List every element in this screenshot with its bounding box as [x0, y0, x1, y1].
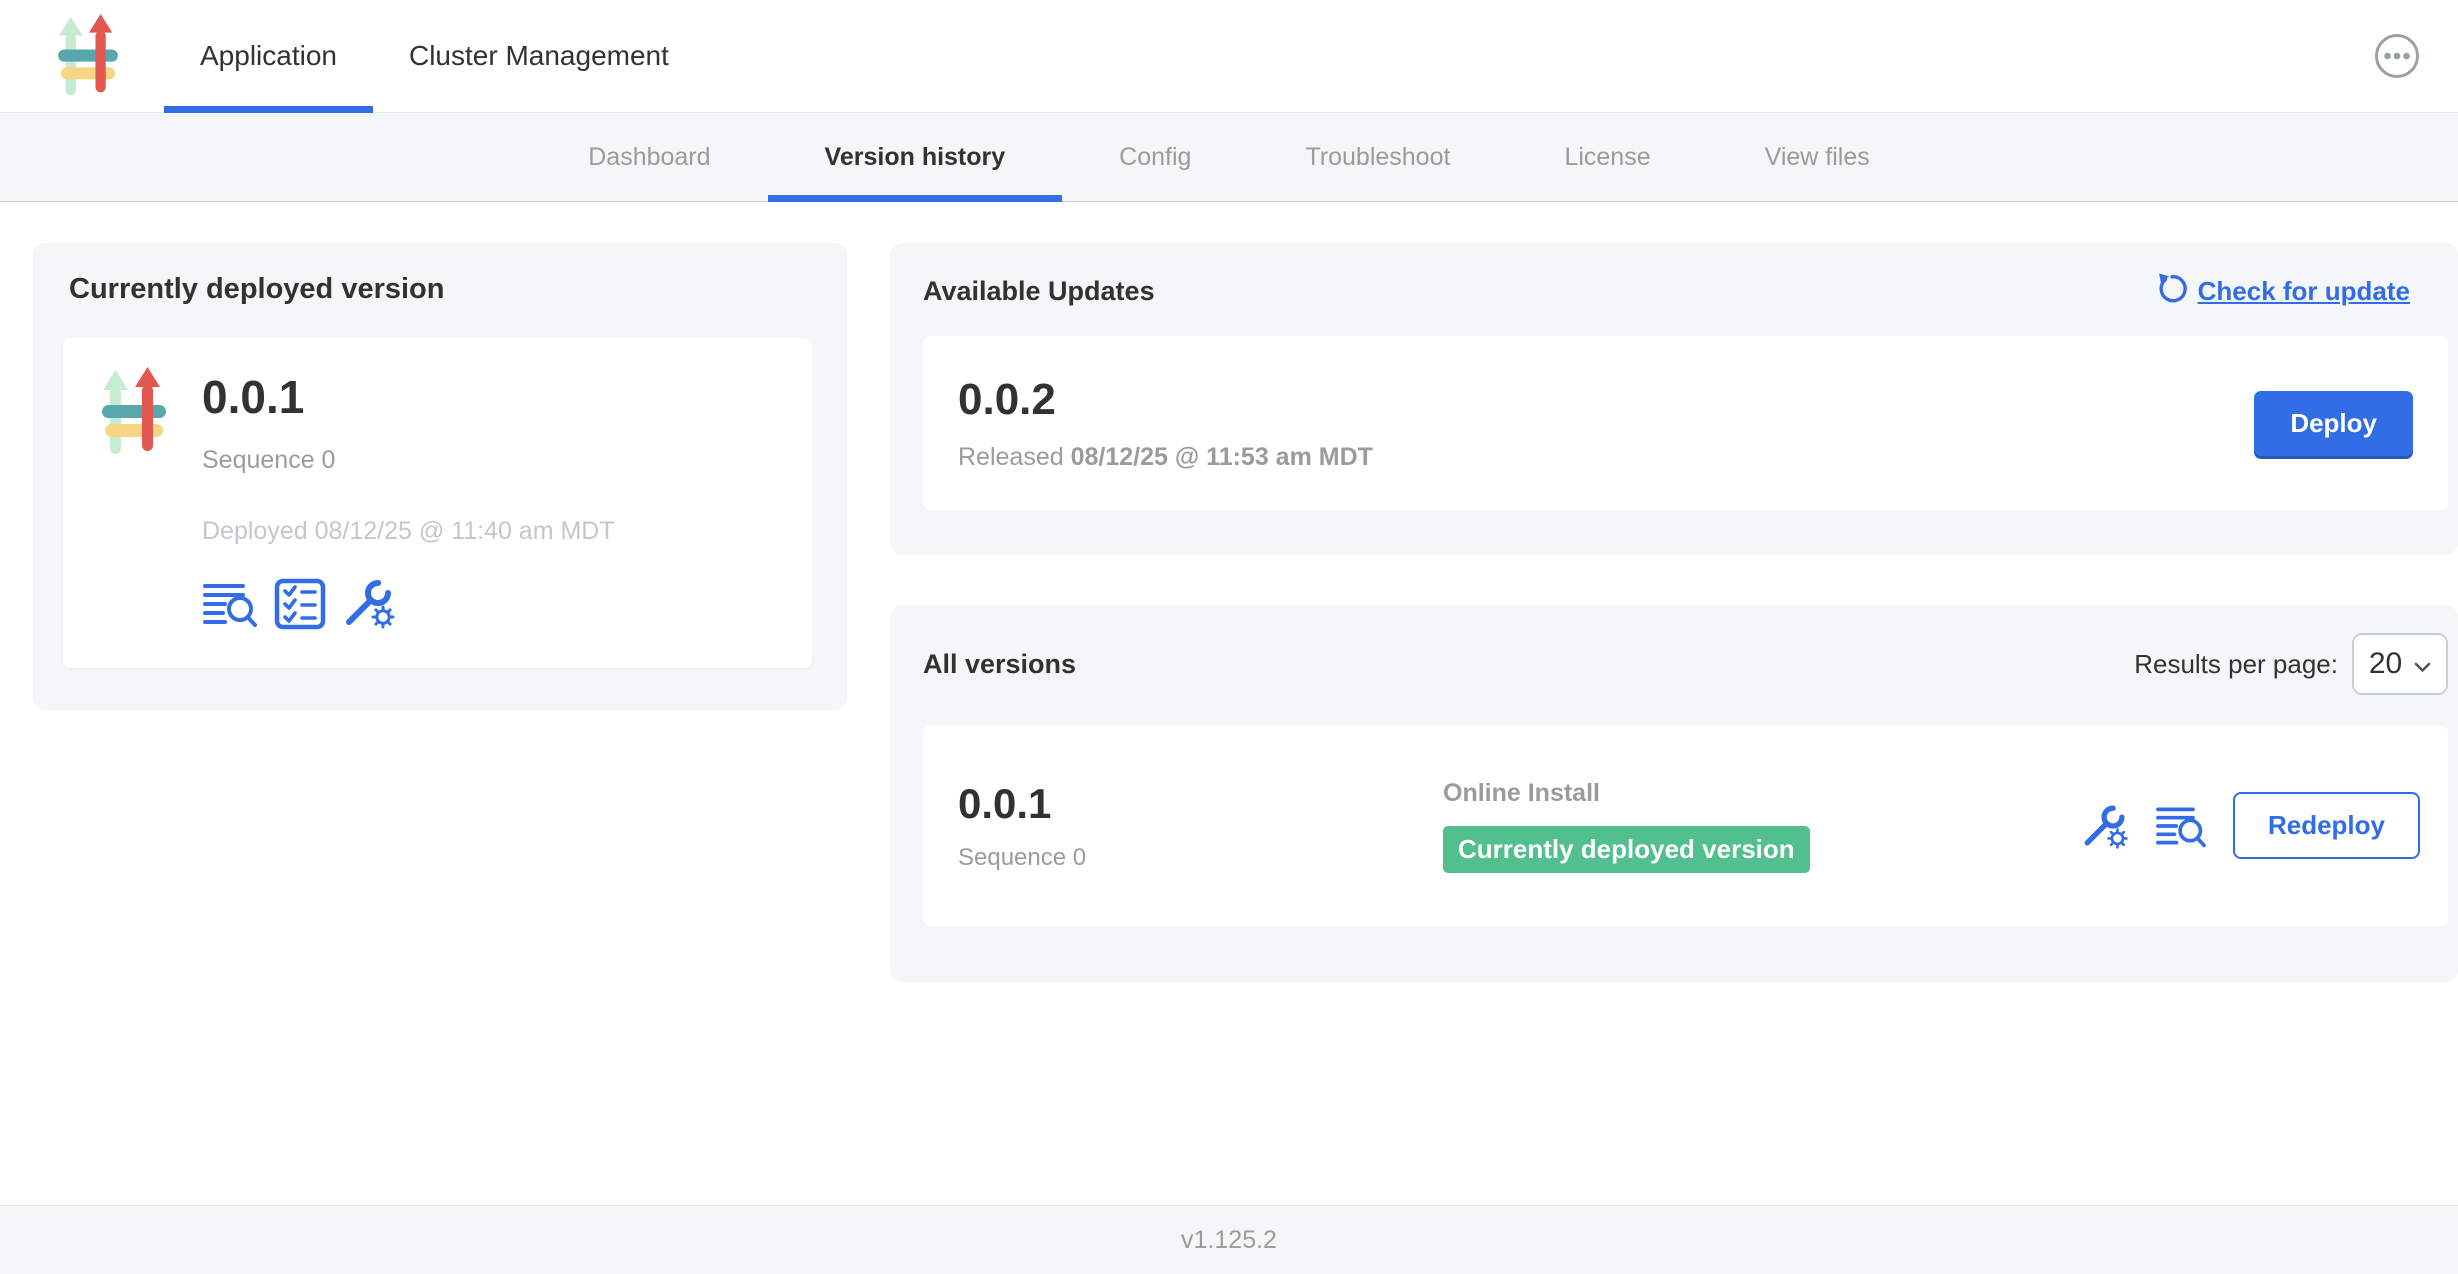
tab-application[interactable]: Application — [164, 0, 373, 112]
subnav-config[interactable]: Config — [1062, 113, 1248, 201]
all-versions-card: All versions Results per page: 20 — [890, 605, 2458, 982]
released-date: 08/12/25 @ 11:53 am MDT — [1071, 443, 1373, 471]
ellipsis-icon[interactable] — [2374, 33, 2420, 79]
subnav-view-files-label: View files — [1765, 143, 1870, 172]
subnav-config-label: Config — [1119, 143, 1191, 172]
update-info: 0.0.2 Released 08/12/25 @ 11:53 am MDT — [958, 375, 1373, 472]
install-type-label: Online Install — [1443, 779, 1810, 808]
logs-icon[interactable] — [2155, 802, 2207, 850]
version-row-status: Online Install Currently deployed versio… — [1443, 779, 1810, 873]
subnav-license-label: License — [1564, 143, 1650, 172]
main-content: Currently deployed version 0.0.1 Sequenc… — [0, 202, 2458, 1205]
released-prefix: Released — [958, 443, 1064, 471]
available-updates-title: Available Updates — [923, 276, 1155, 307]
available-updates-card: Available Updates Check for update 0.0.2 — [890, 243, 2458, 555]
console-version: v1.125.2 — [1181, 1226, 1277, 1255]
chevron-down-icon — [2414, 647, 2431, 681]
version-row-info: 0.0.1 Sequence 0 — [958, 780, 1443, 872]
results-per-page-select[interactable]: 20 — [2352, 633, 2448, 695]
redeploy-button[interactable]: Redeploy — [2233, 792, 2420, 859]
app-logo-arrows-icon — [102, 366, 166, 630]
preflight-checks-icon[interactable] — [274, 578, 326, 630]
update-released-timestamp: Released 08/12/25 @ 11:53 am MDT — [958, 443, 1373, 472]
deployed-sequence: Sequence 0 — [202, 446, 615, 475]
right-column: Available Updates Check for update 0.0.2 — [890, 243, 2458, 982]
deploy-button[interactable]: Deploy — [2254, 391, 2413, 456]
deployed-version-number: 0.0.1 — [202, 370, 615, 424]
deployed-action-icons — [202, 576, 615, 630]
subnav-dashboard[interactable]: Dashboard — [531, 113, 767, 201]
app-subnav: Dashboard Version history Config Trouble… — [0, 113, 2458, 202]
row-version-number: 0.0.1 — [958, 780, 1443, 828]
subnav-license[interactable]: License — [1507, 113, 1707, 201]
subnav-troubleshoot-label: Troubleshoot — [1305, 143, 1450, 172]
version-row: 0.0.1 Sequence 0 Online Install Currentl… — [923, 725, 2448, 926]
currently-deployed-card: Currently deployed version 0.0.1 Sequenc… — [33, 243, 847, 710]
deployed-version-info: 0.0.1 Sequence 0 Deployed 08/12/25 @ 11:… — [202, 366, 615, 630]
subnav-version-history[interactable]: Version history — [768, 113, 1063, 201]
refresh-icon — [2156, 273, 2188, 310]
currently-deployed-badge: Currently deployed version — [1443, 826, 1810, 873]
logs-icon[interactable] — [202, 578, 258, 630]
deployed-version-panel: 0.0.1 Sequence 0 Deployed 08/12/25 @ 11:… — [63, 338, 812, 668]
tab-cluster-management-label: Cluster Management — [409, 40, 669, 72]
deployed-card-title: Currently deployed version — [69, 273, 812, 306]
subnav-dashboard-label: Dashboard — [588, 143, 710, 172]
tab-cluster-management[interactable]: Cluster Management — [373, 0, 705, 112]
page-footer: v1.125.2 — [0, 1205, 2458, 1274]
check-for-update-link[interactable]: Check for update — [2156, 273, 2410, 310]
all-versions-title: All versions — [923, 649, 1076, 680]
subnav-troubleshoot[interactable]: Troubleshoot — [1248, 113, 1507, 201]
results-per-page-label: Results per page: — [2134, 649, 2338, 680]
top-header: Application Cluster Management — [0, 0, 2458, 113]
app-logo-arrows-icon — [56, 14, 120, 112]
deployed-timestamp: Deployed 08/12/25 @ 11:40 am MDT — [202, 517, 615, 546]
subnav-version-history-label: Version history — [825, 143, 1006, 172]
config-icon[interactable] — [342, 576, 396, 630]
check-for-update-label: Check for update — [2198, 276, 2410, 307]
version-row-actions: Redeploy — [2081, 792, 2420, 859]
update-version-number: 0.0.2 — [958, 375, 1373, 425]
subnav-view-files[interactable]: View files — [1708, 113, 1927, 201]
tab-application-label: Application — [200, 40, 337, 72]
row-sequence: Sequence 0 — [958, 844, 1443, 872]
primary-tabs: Application Cluster Management — [164, 0, 705, 112]
update-row: 0.0.2 Released 08/12/25 @ 11:53 am MDT D… — [923, 336, 2448, 510]
results-per-page: Results per page: 20 — [2134, 633, 2448, 695]
results-per-page-value: 20 — [2369, 647, 2402, 681]
config-icon[interactable] — [2081, 802, 2129, 850]
